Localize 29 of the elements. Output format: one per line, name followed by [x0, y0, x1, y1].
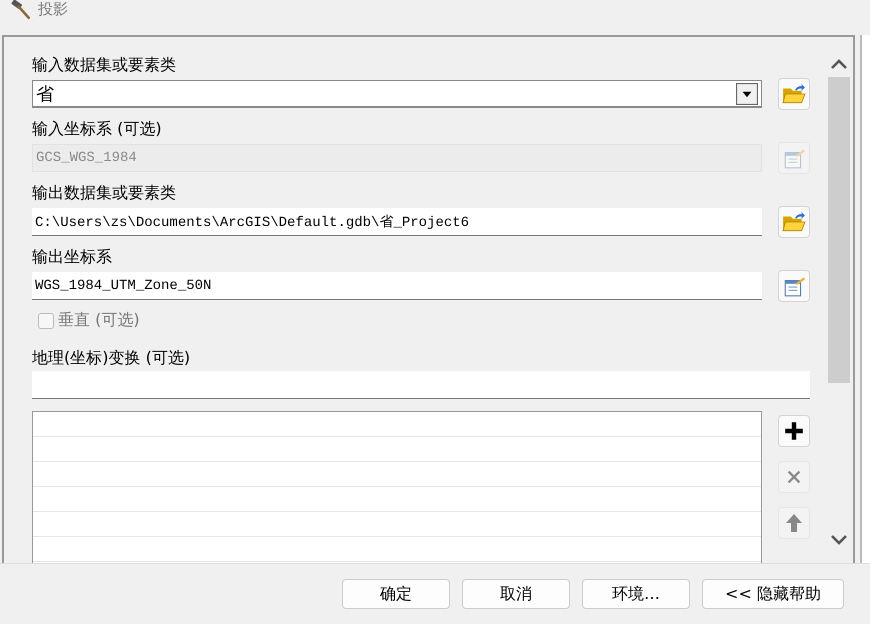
up-arrow-icon — [784, 512, 804, 534]
field-label: 地理(坐标)变换 (可选) — [32, 347, 192, 369]
field-label: 输入坐标系 (可选) — [32, 118, 163, 140]
hammer-icon — [10, 0, 32, 20]
folder-icon — [782, 211, 806, 233]
plus-icon — [783, 420, 805, 442]
browse-button[interactable] — [778, 78, 810, 110]
scroll-down-icon[interactable] — [829, 533, 849, 547]
field-label: 输入数据集或要素类 — [32, 54, 177, 76]
scrollbar[interactable] — [827, 57, 851, 547]
dialog-button[interactable]: 确定 — [342, 579, 450, 609]
text-field[interactable] — [32, 371, 810, 399]
dialog-button[interactable]: << 隐藏帮助 — [702, 579, 844, 609]
scroll-up-icon[interactable] — [829, 57, 849, 71]
properties-icon — [782, 275, 806, 297]
properties-button[interactable] — [778, 270, 810, 302]
window-title: 投影 — [38, 0, 68, 20]
field-label: 输出数据集或要素类 — [32, 182, 177, 204]
dialog-button[interactable]: 取消 — [462, 579, 570, 609]
add-button[interactable] — [778, 415, 810, 447]
dropdown-field[interactable]: 省 — [32, 80, 762, 108]
text-field[interactable]: WGS_1984_UTM_Zone_50N — [32, 272, 762, 300]
folder-icon — [782, 83, 806, 105]
close-icon — [785, 468, 803, 486]
properties-icon — [782, 147, 806, 169]
field-label: 输出坐标系 — [32, 246, 113, 268]
browse-button[interactable] — [778, 206, 810, 238]
dialog-button[interactable]: 环境… — [582, 579, 690, 609]
text-field[interactable]: C:\Users\zs\Documents\ArcGIS\Default.gdb\省_Project6 — [32, 208, 762, 236]
